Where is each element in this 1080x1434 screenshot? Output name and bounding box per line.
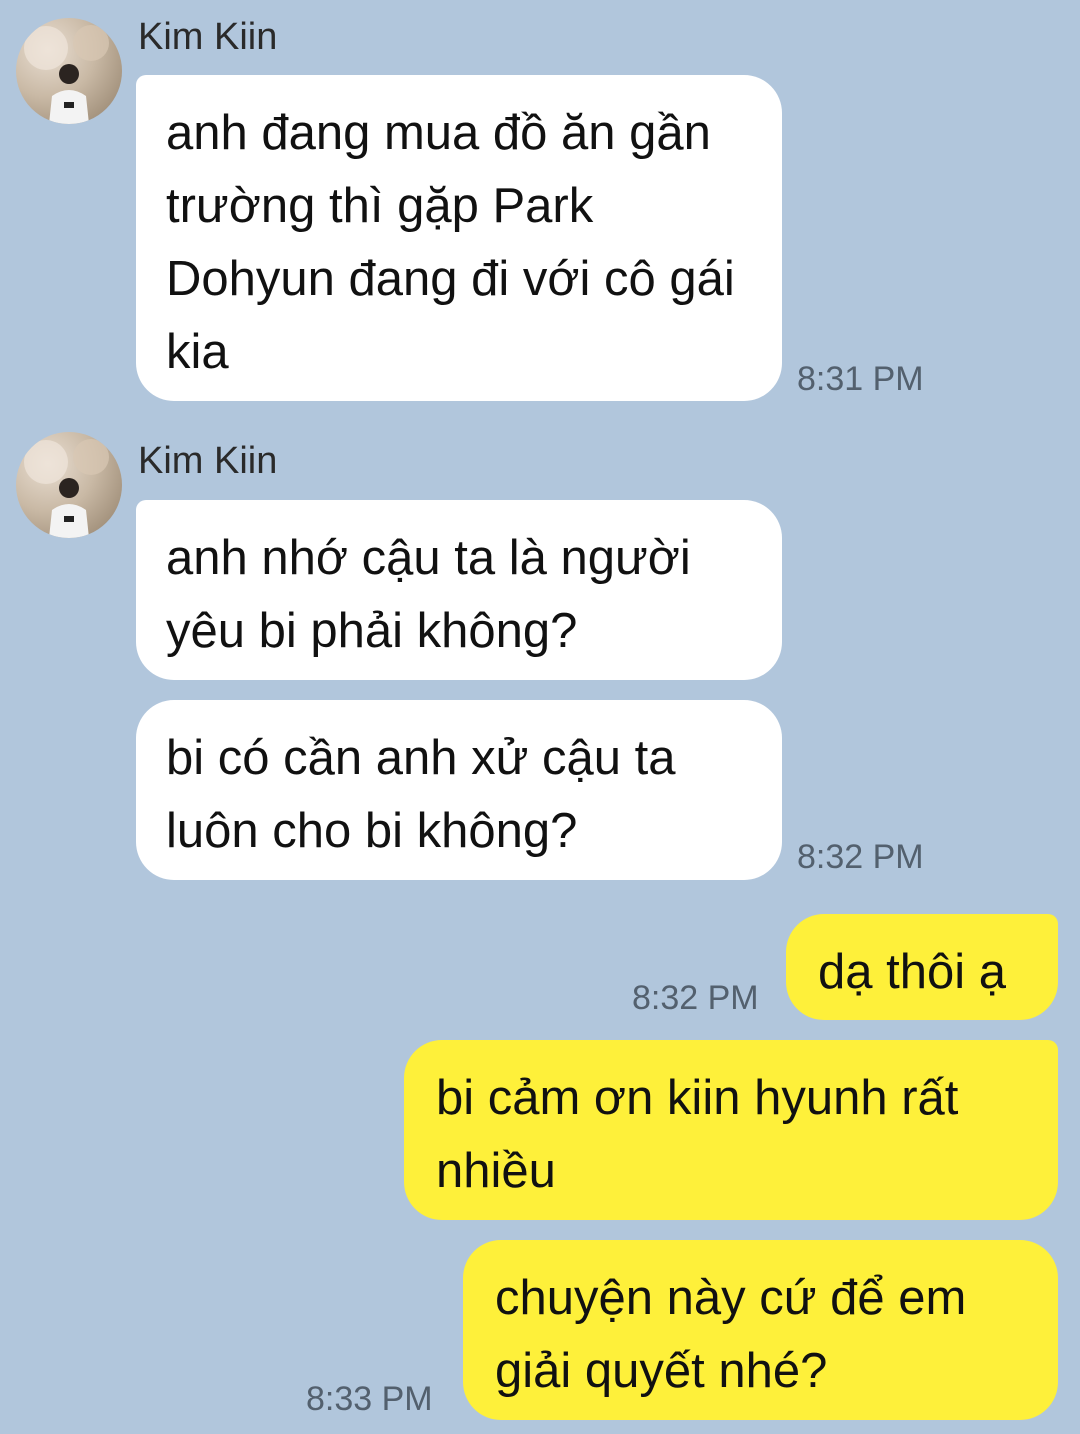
message-timestamp: 8:31 PM xyxy=(797,360,924,398)
avatar[interactable] xyxy=(16,432,122,538)
sender-name: Kim Kiin xyxy=(138,440,278,482)
avatar-photo-icon xyxy=(24,439,109,538)
message-timestamp: 8:32 PM xyxy=(797,838,924,876)
message-timestamp: 8:33 PM xyxy=(306,1380,433,1418)
message-bubble-outgoing[interactable]: bi cảm ơn kiin hyunh rất nhiều xyxy=(404,1040,1058,1220)
message-text: chuyện này cứ để em giải quyết nhé? xyxy=(495,1271,967,1398)
message-text: dạ thôi ạ xyxy=(818,945,1006,999)
avatar[interactable] xyxy=(16,18,122,124)
avatar-photo-icon xyxy=(24,25,109,124)
message-bubble-incoming[interactable]: anh nhớ cậu ta là người yêu bi phải khôn… xyxy=(136,500,782,680)
sender-name: Kim Kiin xyxy=(138,16,278,58)
message-bubble-outgoing[interactable]: dạ thôi ạ xyxy=(786,914,1058,1020)
message-text: anh nhớ cậu ta là người yêu bi phải khôn… xyxy=(166,531,691,658)
message-bubble-outgoing[interactable]: chuyện này cứ để em giải quyết nhé? xyxy=(463,1240,1058,1420)
message-text: anh đang mua đồ ăn gần trường thì gặp Pa… xyxy=(166,106,735,379)
message-bubble-incoming[interactable]: anh đang mua đồ ăn gần trường thì gặp Pa… xyxy=(136,75,782,401)
message-text: bi cảm ơn kiin hyunh rất nhiều xyxy=(436,1071,959,1198)
message-bubble-incoming[interactable]: bi có cần anh xử cậu ta luôn cho bi khôn… xyxy=(136,700,782,880)
message-text: bi có cần anh xử cậu ta luôn cho bi khôn… xyxy=(166,731,676,858)
message-timestamp: 8:32 PM xyxy=(632,979,759,1017)
